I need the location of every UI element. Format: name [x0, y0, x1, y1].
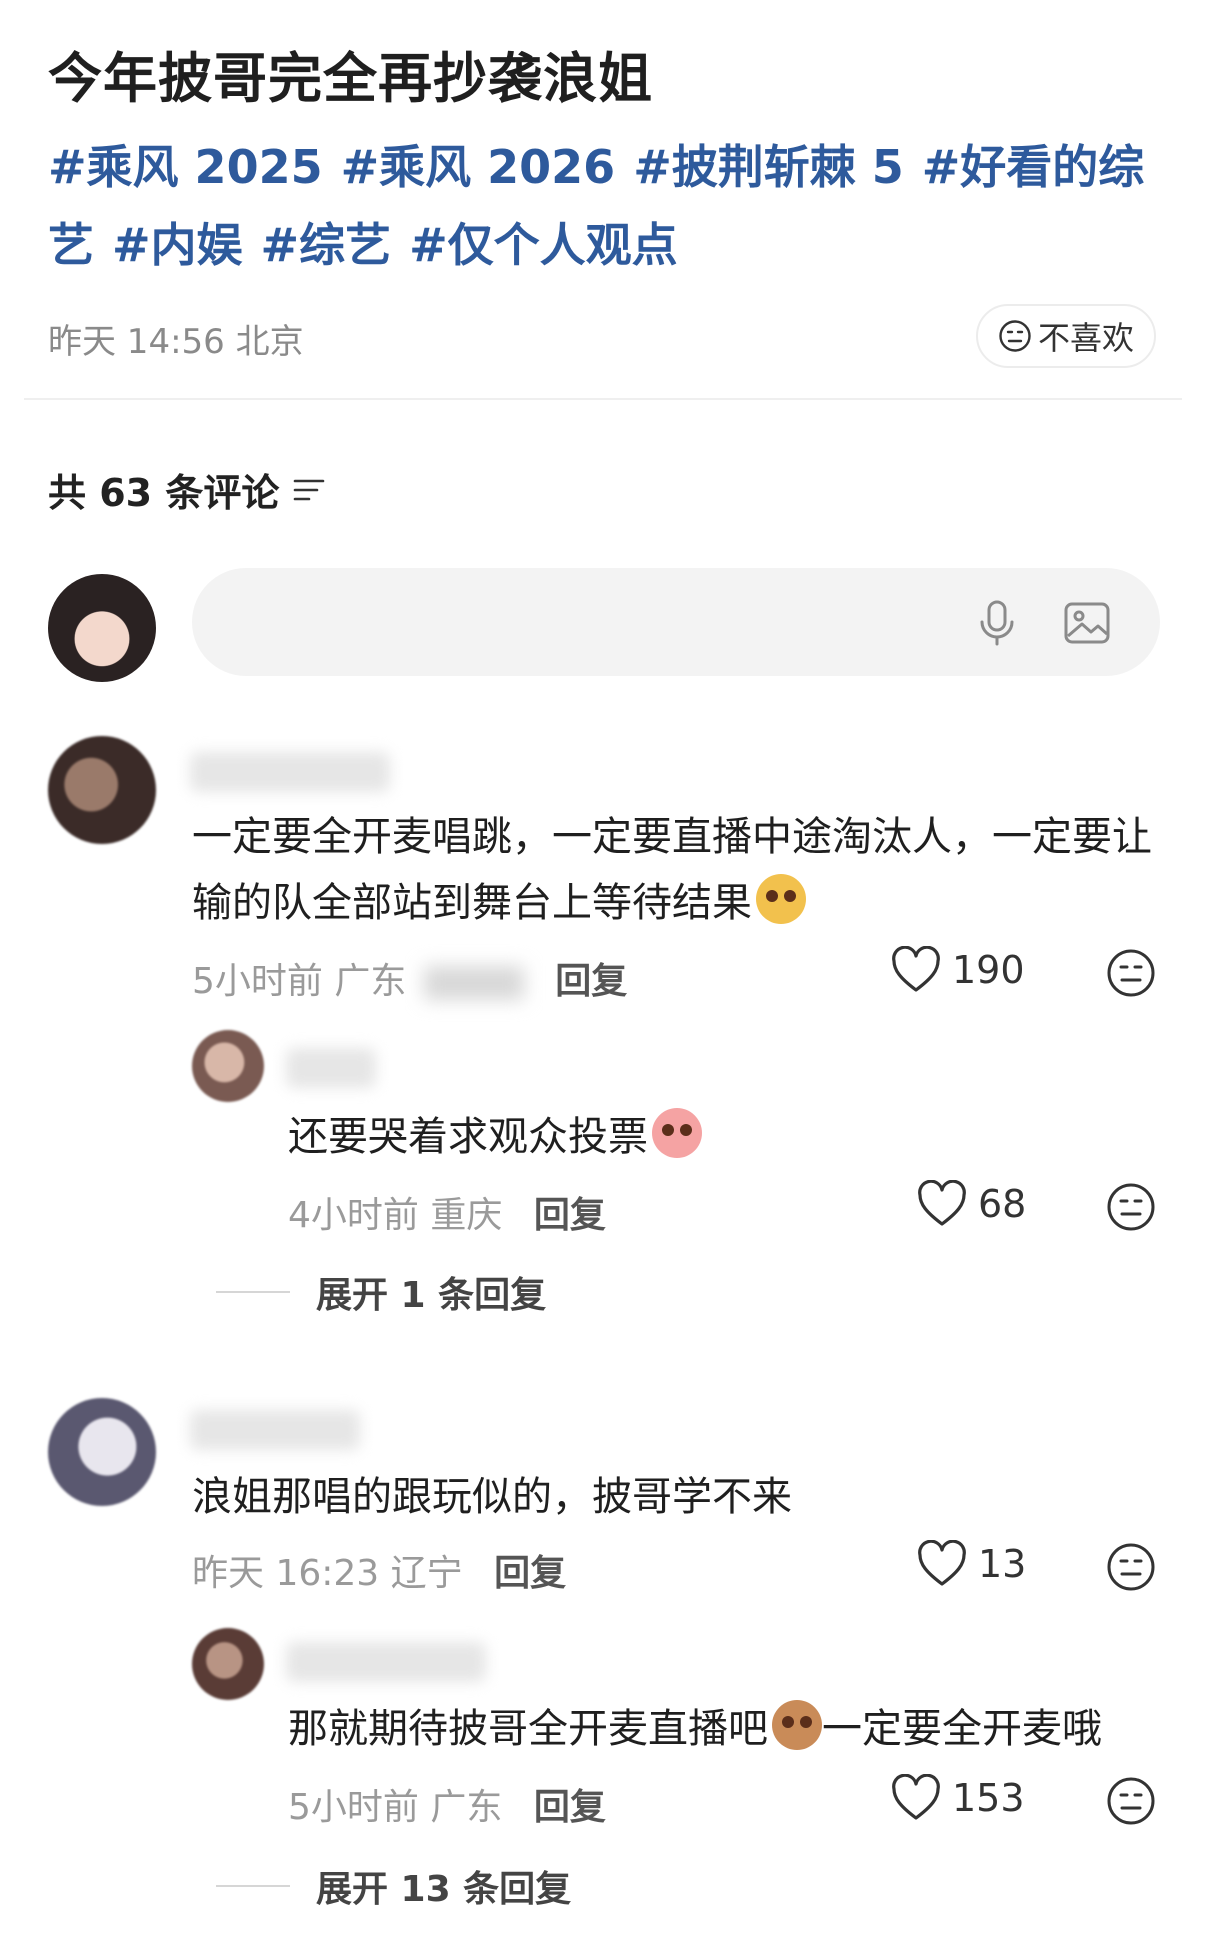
section-divider: [24, 398, 1182, 400]
hashtag[interactable]: #仅个人观点: [409, 218, 678, 272]
comment-text: 浪姐那唱的跟玩似的，披哥学不来: [192, 1464, 1152, 1530]
comment-body: 一定要全开麦唱跳，一定要直播中途淘汰人，一定要让输的队全部站到舞台上等待结果: [192, 814, 1152, 926]
dislike-face-icon[interactable]: [1106, 1542, 1156, 1592]
image-icon[interactable]: [1060, 596, 1114, 650]
comment-text: 一定要全开麦唱跳，一定要直播中途淘汰人，一定要让输的队全部站到舞台上等待结果: [192, 804, 1172, 936]
like-button[interactable]: 190: [890, 946, 1025, 994]
like-count: 13: [978, 1542, 1027, 1586]
dislike-face-icon[interactable]: [1106, 1776, 1156, 1826]
hashtag[interactable]: #披荆斩棘 5: [633, 140, 904, 194]
sort-filter-icon[interactable]: [291, 475, 327, 505]
like-button[interactable]: 68: [916, 1180, 1026, 1228]
heart-icon: [892, 946, 940, 992]
reply-meta: 4小时前 重庆 回复: [288, 1186, 606, 1238]
reply-button[interactable]: 回复: [534, 1195, 606, 1236]
dislike-label: 不喜欢: [1037, 319, 1134, 357]
puppy-emoji-icon: [772, 1700, 822, 1750]
expand-replies-button[interactable]: 展开 13 条回复: [216, 1860, 571, 1912]
comment-count-header: 共 63 条评论: [48, 462, 327, 517]
username-blurred[interactable]: [190, 752, 390, 792]
reply-body: 还要哭着求观众投票: [288, 1114, 648, 1160]
dog-emoji-icon: [756, 874, 806, 924]
comment-meta: 昨天 16:23 辽宁 回复: [192, 1544, 566, 1596]
avatar[interactable]: [192, 1030, 264, 1102]
heart-icon: [918, 1180, 966, 1226]
avatar[interactable]: [48, 736, 156, 844]
avatar[interactable]: [48, 1398, 156, 1506]
hashtag[interactable]: #乘风 2026: [341, 140, 616, 194]
reply-time: 4小时前: [288, 1195, 419, 1236]
like-button[interactable]: 13: [916, 1540, 1026, 1588]
dislike-face-icon: [999, 320, 1031, 352]
microphone-icon[interactable]: [970, 596, 1024, 650]
expand-divider: [216, 1885, 290, 1887]
blurred-region: [423, 966, 524, 1000]
peach-emoji-icon: [652, 1108, 702, 1158]
reply-meta: 5小时前 广东 回复: [288, 1778, 606, 1830]
reply-button[interactable]: 回复: [494, 1553, 566, 1594]
post-title: 今年披哥完全再抄袭浪姐: [48, 47, 653, 110]
hashtag[interactable]: #综艺: [261, 218, 392, 272]
like-count: 68: [978, 1182, 1027, 1226]
comment-time: 5小时前: [192, 961, 323, 1002]
username-blurred[interactable]: [190, 1410, 360, 1450]
hashtag[interactable]: #内娱: [112, 218, 243, 272]
comment-meta: 5小时前 广东 回复: [192, 952, 627, 1004]
reply-location: 广东: [430, 1787, 503, 1828]
reply-text: 那就期待披哥全开麦直播吧 一定要全开麦哦: [288, 1696, 1188, 1762]
heart-icon: [918, 1540, 966, 1586]
reply-body: 那就期待披哥全开麦直播吧: [288, 1706, 768, 1752]
reply-location: 重庆: [430, 1195, 503, 1236]
reply-body-continued: 一定要全开麦哦: [822, 1706, 1102, 1752]
expand-replies-label: 展开 1 条回复: [316, 1275, 547, 1316]
like-count: 153: [952, 1776, 1025, 1820]
my-avatar[interactable]: [48, 574, 156, 682]
reply-text: 还要哭着求观众投票: [288, 1104, 1168, 1170]
reply-button[interactable]: 回复: [534, 1787, 606, 1828]
post-time-location: 昨天 14:56 北京: [48, 322, 304, 362]
comment-input-box[interactable]: [192, 568, 1160, 676]
like-button[interactable]: 153: [890, 1774, 1025, 1822]
comment-location: 辽宁: [390, 1553, 463, 1594]
dislike-face-icon[interactable]: [1106, 948, 1156, 998]
expand-replies-button[interactable]: 展开 1 条回复: [216, 1266, 546, 1318]
expand-divider: [216, 1291, 290, 1293]
reply-button[interactable]: 回复: [555, 961, 627, 1002]
reply-time: 5小时前: [288, 1787, 419, 1828]
heart-icon: [892, 1774, 940, 1820]
username-blurred[interactable]: [286, 1048, 376, 1088]
comment-location: 广东: [334, 961, 407, 1002]
hashtag-list: #乘风 2025 #乘风 2026 #披荆斩棘 5 #好看的综艺 #内娱 #综艺 #仅个人观…: [48, 128, 1168, 284]
like-count: 190: [952, 948, 1025, 992]
comment-input[interactable]: [192, 568, 892, 676]
username-blurred[interactable]: [286, 1642, 486, 1682]
comment-time: 昨天 16:23: [192, 1553, 380, 1594]
expand-replies-label: 展开 13 条回复: [316, 1869, 572, 1910]
dislike-face-icon[interactable]: [1106, 1182, 1156, 1232]
avatar[interactable]: [192, 1628, 264, 1700]
dislike-button[interactable]: 不喜欢: [976, 304, 1156, 368]
comment-body: 浪姐那唱的跟玩似的，披哥学不来: [192, 1474, 792, 1520]
comment-count: 共 63 条评论: [48, 471, 280, 515]
hashtag[interactable]: #乘风 2025: [48, 140, 323, 194]
